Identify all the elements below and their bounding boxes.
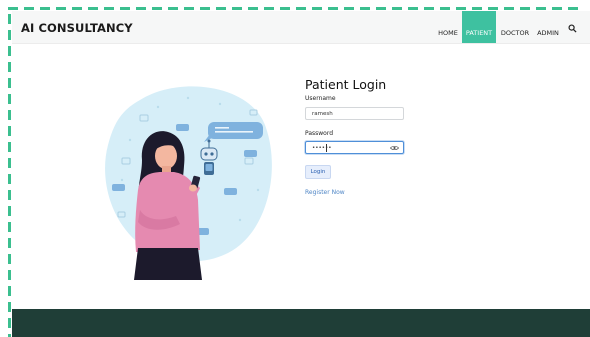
login-button[interactable]: Login (305, 165, 331, 179)
password-label: Password (305, 130, 334, 137)
frame-left-dash (8, 14, 11, 337)
search-icon[interactable] (568, 24, 577, 33)
nav-item-doctor[interactable]: DOCTOR (499, 11, 531, 43)
username-label: Username (305, 95, 336, 102)
nav-item-patient[interactable]: PATIENT (462, 11, 496, 43)
page-title: Patient Login (305, 77, 387, 92)
text-caret (326, 144, 327, 152)
username-field[interactable]: ramesh (305, 107, 404, 120)
nav-item-home[interactable]: HOME (436, 11, 460, 43)
navbar: AI CONSULTANCY HOME PATIENT DOCTOR ADMIN (12, 11, 590, 44)
brand-logo[interactable]: AI CONSULTANCY (21, 21, 133, 35)
password-field[interactable]: •••••• (305, 141, 404, 154)
password-value: •••••• (312, 145, 332, 151)
eye-icon[interactable] (390, 145, 399, 151)
selection-frame (0, 0, 590, 337)
username-value: ramesh (312, 111, 333, 117)
footer (12, 309, 590, 337)
register-link[interactable]: Register Now (305, 189, 345, 196)
woman-chatbot-illustration (105, 86, 272, 280)
nav-item-admin[interactable]: ADMIN (535, 11, 561, 43)
frame-top-dash (8, 7, 584, 10)
